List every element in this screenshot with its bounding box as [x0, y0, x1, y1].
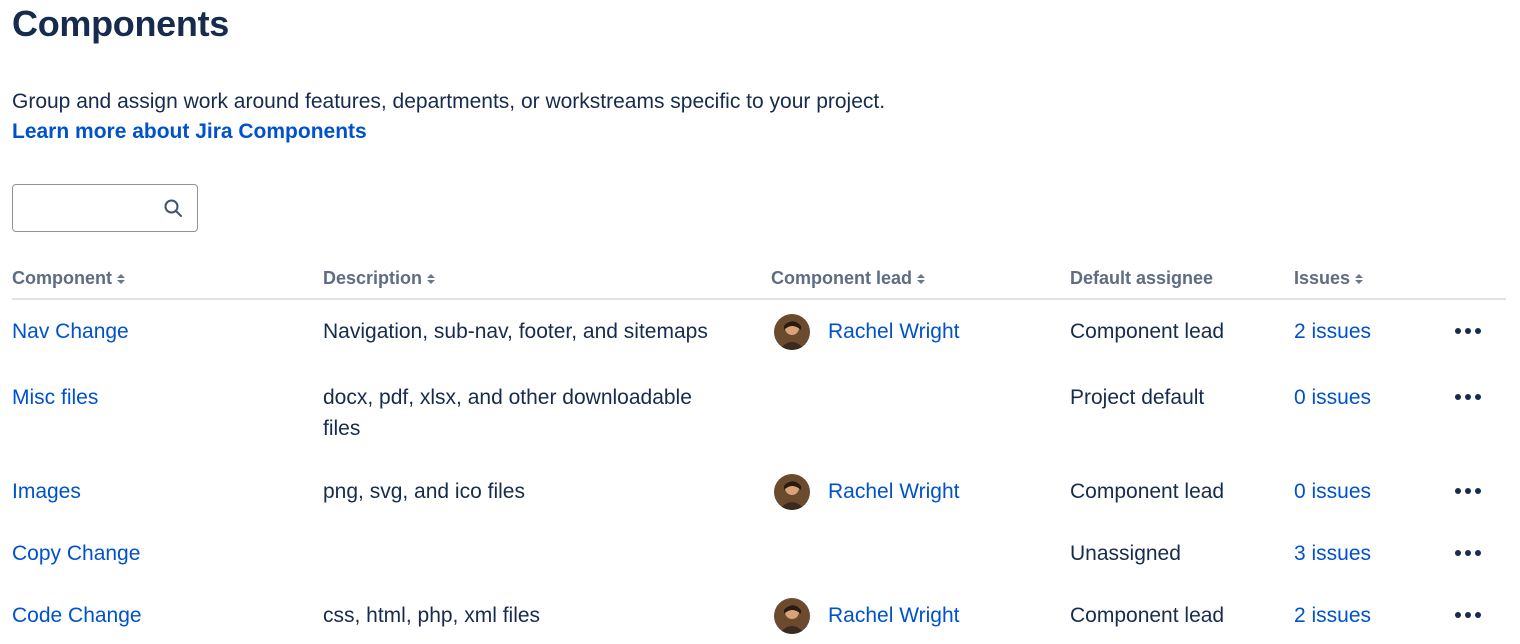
column-header-component-label: Component	[12, 268, 112, 288]
more-icon	[1455, 394, 1461, 400]
column-header-lead-label: Component lead	[771, 268, 913, 288]
component-name-link[interactable]: Nav Change	[12, 316, 129, 347]
issues-link[interactable]: 0 issues	[1294, 476, 1371, 507]
component-name-link[interactable]: Images	[12, 476, 81, 507]
more-icon	[1455, 612, 1461, 618]
more-icon	[1475, 550, 1481, 556]
more-icon	[1465, 550, 1471, 556]
more-icon	[1455, 328, 1461, 334]
column-header-assignee-label: Default assignee	[1070, 268, 1214, 288]
more-icon	[1475, 394, 1481, 400]
components-page: Components Group and assign work around …	[0, 0, 1520, 644]
more-icon	[1465, 328, 1471, 334]
issues-link[interactable]: 3 issues	[1294, 538, 1371, 569]
component-description-continued: files	[323, 417, 361, 440]
more-icon	[1475, 488, 1481, 494]
more-icon	[1475, 612, 1481, 618]
learn-more-link[interactable]: Learn more about Jira Components	[12, 118, 367, 146]
sort-icon	[426, 272, 436, 286]
default-assignee: Component lead	[1070, 320, 1225, 343]
avatar	[774, 474, 810, 510]
search-icon[interactable]	[163, 198, 183, 218]
component-description: Navigation, sub-nav, footer, and sitemap…	[323, 320, 708, 343]
table-header: Component Description Component lead Def…	[12, 262, 1506, 300]
default-assignee: Unassigned	[1070, 542, 1181, 565]
issues-link[interactable]: 2 issues	[1294, 600, 1371, 631]
more-icon	[1475, 328, 1481, 334]
more-actions-button[interactable]	[1450, 476, 1486, 506]
page-title: Components	[12, 3, 229, 44]
column-header-component[interactable]: Component	[12, 268, 126, 289]
component-description: png, svg, and ico files	[323, 480, 525, 503]
search-box[interactable]	[12, 184, 198, 232]
column-header-issues-label: Issues	[1294, 268, 1351, 288]
sort-icon	[1354, 272, 1364, 286]
component-name-link[interactable]: Code Change	[12, 600, 142, 631]
avatar	[774, 598, 810, 634]
component-name-link[interactable]: Copy Change	[12, 538, 140, 569]
more-actions-button[interactable]	[1450, 600, 1486, 630]
issues-link[interactable]: 2 issues	[1294, 316, 1371, 347]
default-assignee: Component lead	[1070, 480, 1225, 503]
component-description: docx, pdf, xlsx, and other downloadable	[323, 386, 692, 409]
more-icon	[1455, 488, 1461, 494]
column-header-assignee: Default assignee	[1070, 268, 1213, 289]
search-input[interactable]	[23, 193, 161, 225]
column-header-issues[interactable]: Issues	[1294, 268, 1364, 289]
page-description: Group and assign work around features, d…	[12, 90, 886, 113]
more-icon	[1465, 612, 1471, 618]
more-icon	[1465, 488, 1471, 494]
sort-icon	[116, 272, 126, 286]
component-lead-link[interactable]: Rachel Wright	[828, 600, 960, 631]
more-actions-button[interactable]	[1450, 538, 1486, 568]
column-header-description[interactable]: Description	[323, 268, 436, 289]
default-assignee: Component lead	[1070, 604, 1225, 627]
more-actions-button[interactable]	[1450, 382, 1486, 412]
column-header-description-label: Description	[323, 268, 423, 288]
avatar	[774, 314, 810, 350]
component-lead-link[interactable]: Rachel Wright	[828, 476, 960, 507]
more-icon	[1455, 550, 1461, 556]
component-name-link[interactable]: Misc files	[12, 382, 98, 413]
more-icon	[1465, 394, 1471, 400]
column-header-lead[interactable]: Component lead	[771, 268, 926, 289]
sort-icon	[916, 272, 926, 286]
issues-link[interactable]: 0 issues	[1294, 382, 1371, 413]
default-assignee: Project default	[1070, 386, 1205, 409]
component-description: css, html, php, xml files	[323, 604, 541, 627]
more-actions-button[interactable]	[1450, 316, 1486, 346]
component-lead-link[interactable]: Rachel Wright	[828, 316, 960, 347]
